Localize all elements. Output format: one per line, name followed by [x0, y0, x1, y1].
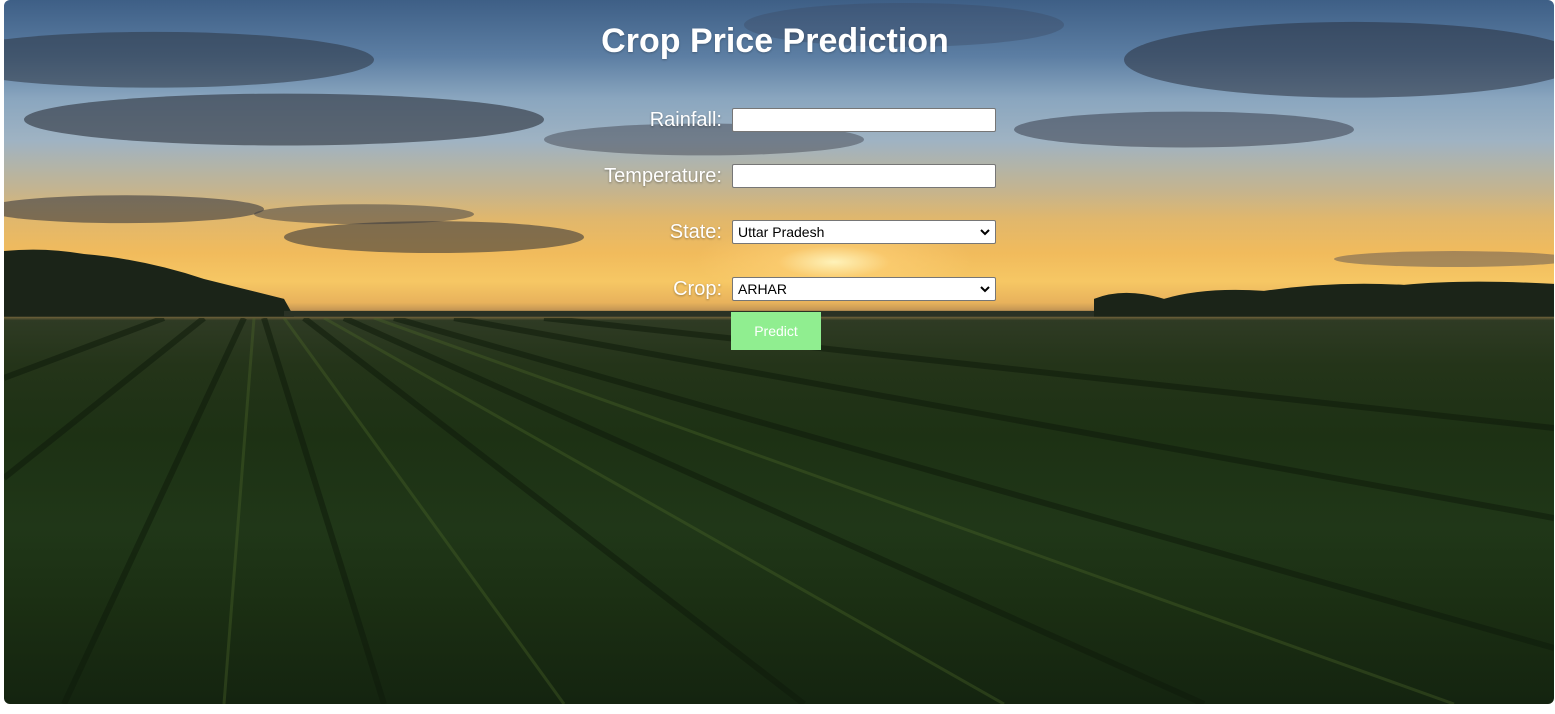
rainfall-label: Rainfall: [649, 109, 722, 131]
predict-button[interactable]: Predict [731, 312, 821, 350]
temperature-label: Temperature: [604, 165, 722, 187]
state-selected-value: Uttar Pradesh [738, 224, 825, 240]
state-select[interactable]: Uttar Pradesh [732, 220, 996, 244]
crop-selected-value: ARHAR [738, 281, 788, 297]
crop-label: Crop: [673, 278, 722, 300]
chevron-down-icon [980, 229, 990, 236]
crop-row: Crop: ARHAR [0, 277, 1550, 301]
state-row: State: Uttar Pradesh [0, 220, 1550, 244]
temperature-input[interactable] [732, 164, 996, 188]
state-label: State: [669, 221, 722, 243]
crop-select[interactable]: ARHAR [732, 277, 996, 301]
rainfall-input[interactable] [732, 108, 996, 132]
prediction-form: Rainfall: Temperature: State: Uttar Prad… [0, 0, 1550, 704]
rainfall-row: Rainfall: [0, 108, 1550, 132]
chevron-down-icon [980, 286, 990, 293]
temperature-row: Temperature: [0, 164, 1550, 188]
